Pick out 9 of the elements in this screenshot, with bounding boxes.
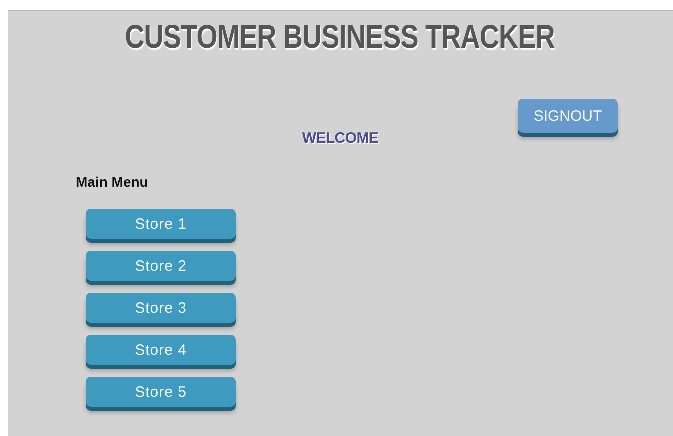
signout-button[interactable]: SIGNOUT (518, 99, 618, 133)
store-button[interactable]: Store 1 (86, 209, 236, 239)
welcome-text: WELCOME (302, 130, 379, 147)
store-button[interactable]: Store 3 (86, 293, 236, 323)
store-button[interactable]: Store 5 (86, 377, 236, 407)
app-title: CUSTOMER BUSINESS TRACKER (126, 19, 556, 55)
store-button[interactable]: Store 2 (86, 251, 236, 281)
menu-heading: Main Menu (76, 174, 148, 190)
store-button[interactable]: Store 4 (86, 335, 236, 365)
